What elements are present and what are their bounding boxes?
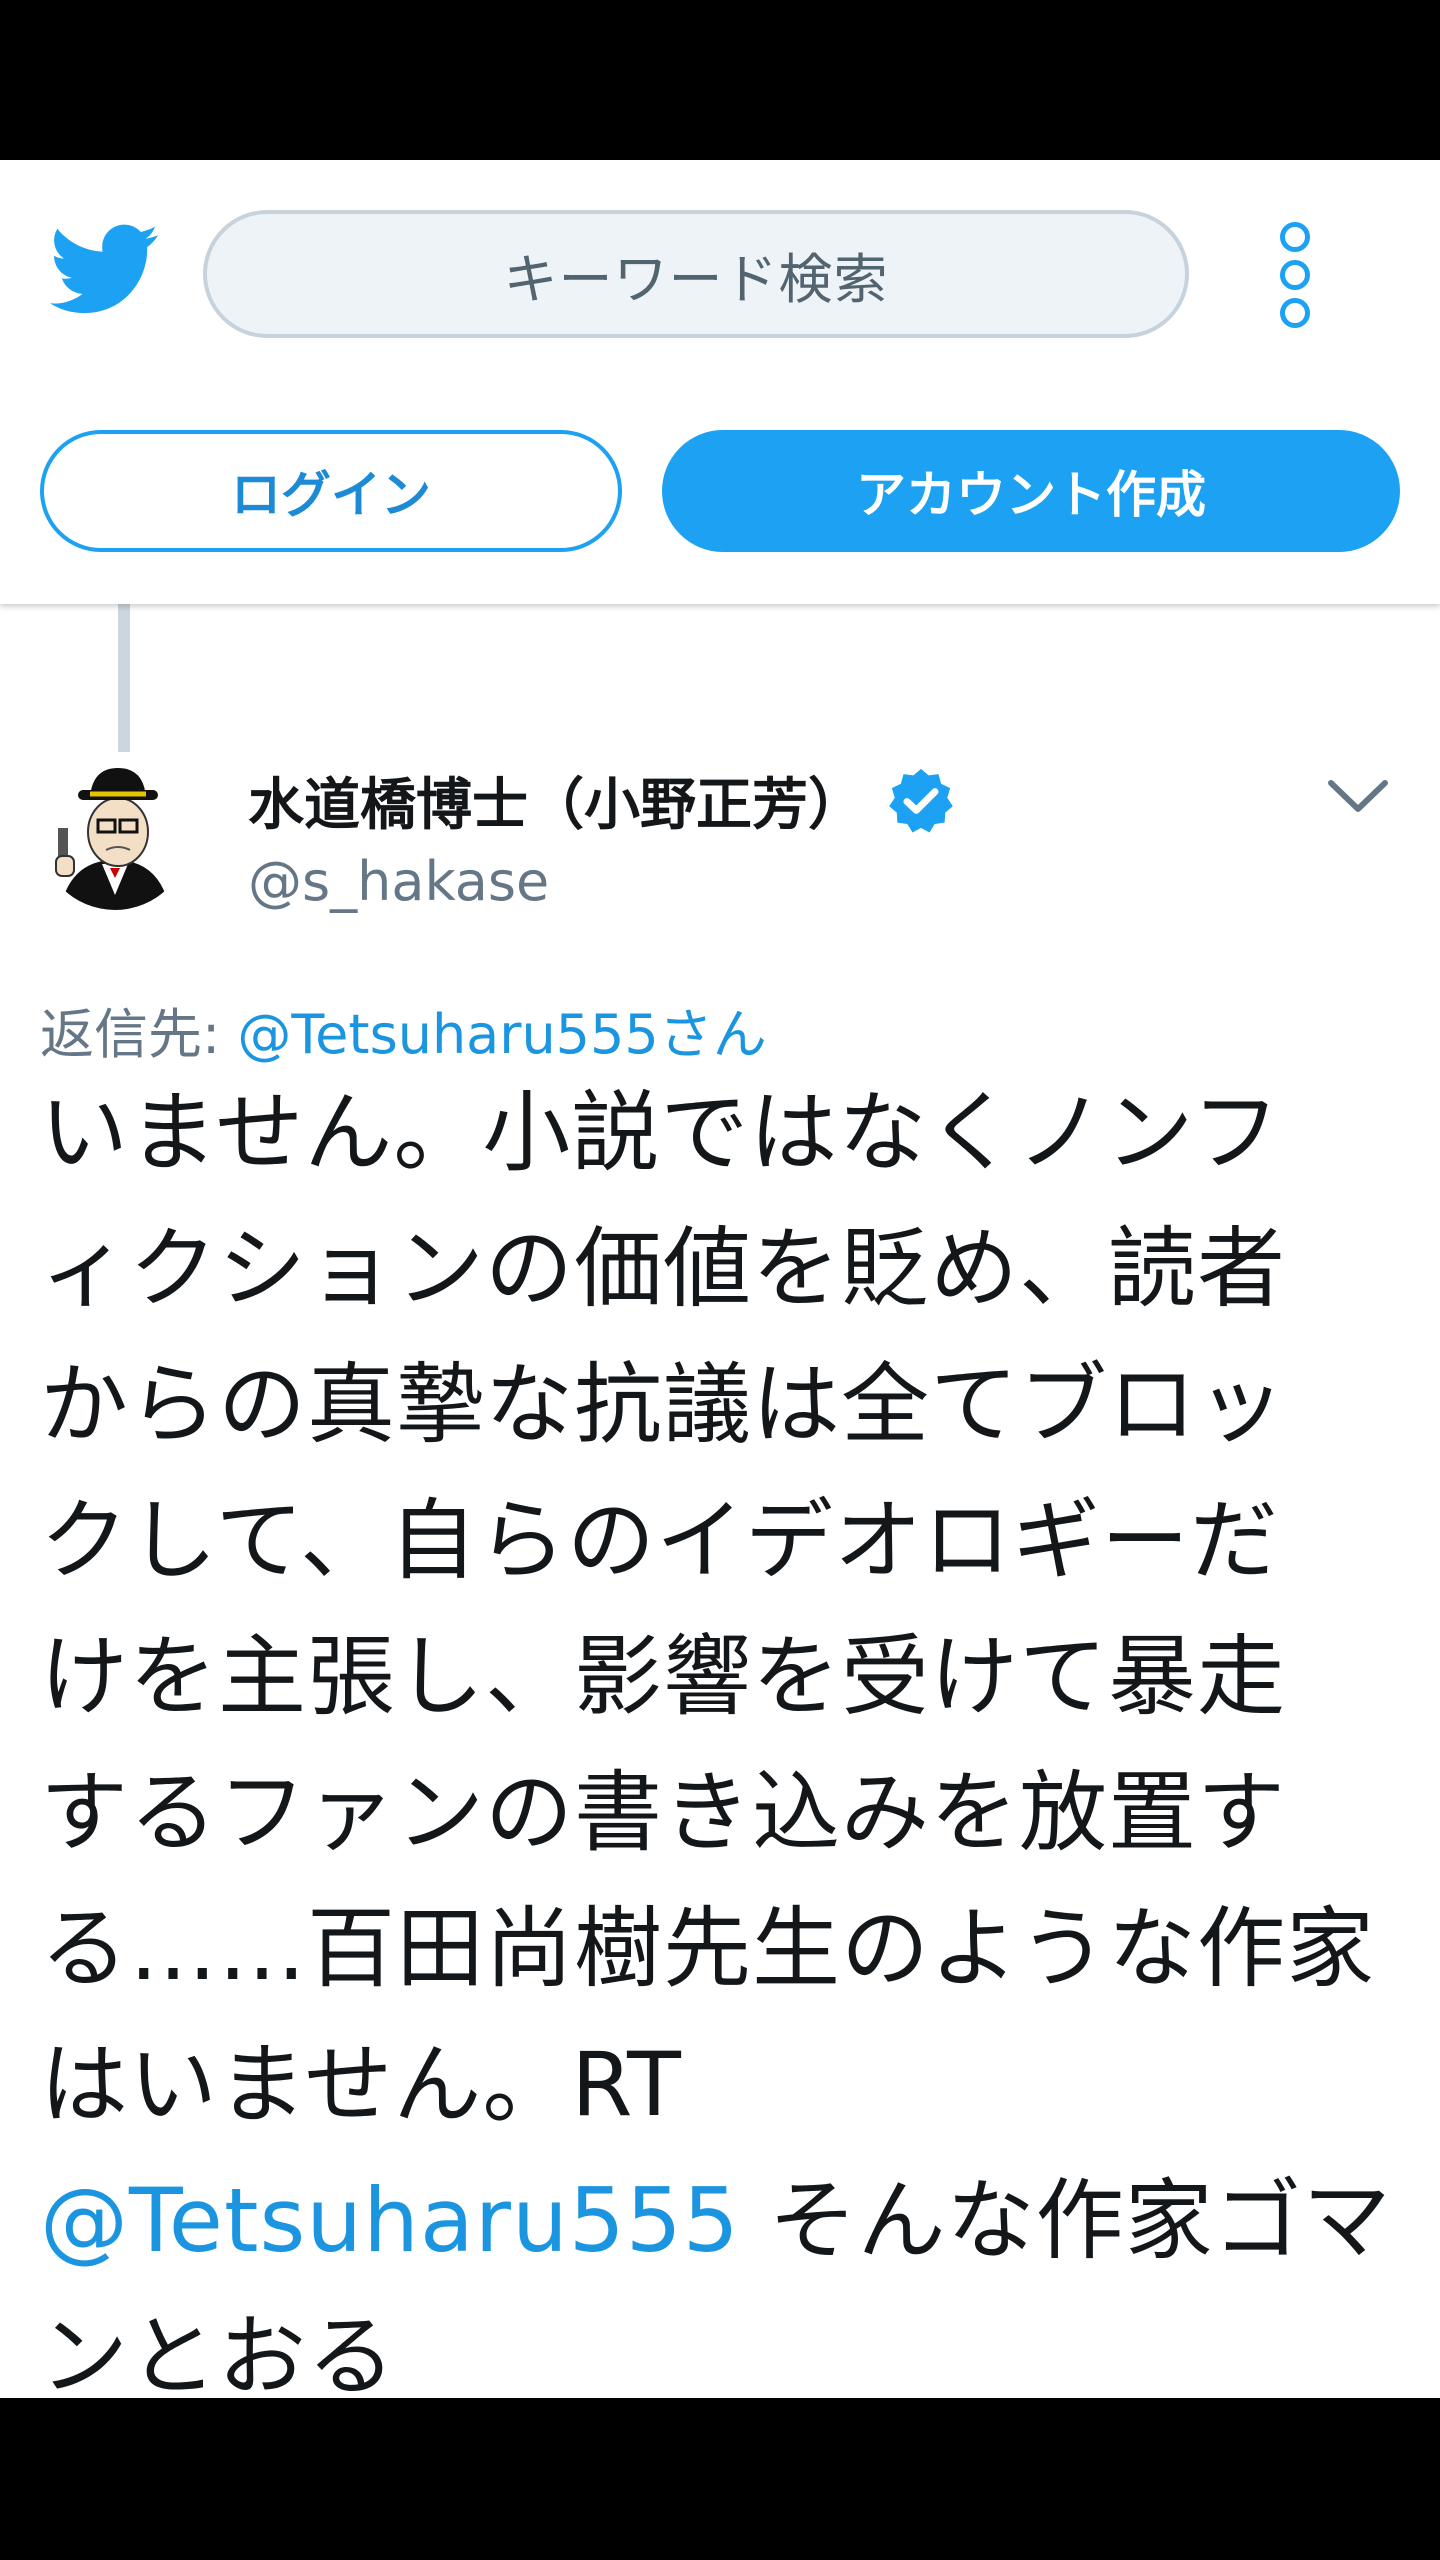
tweet-text-line: けを主張し、影響を受けて暴走 bbox=[40, 1625, 1287, 1728]
reply-to-mention-link[interactable]: @Tetsuharu555さん bbox=[237, 1003, 766, 1066]
tweet-text-line-partial: ンとおる bbox=[40, 2305, 397, 2398]
search-placeholder: キーワード検索 bbox=[503, 247, 889, 311]
avatar[interactable] bbox=[40, 760, 190, 910]
tweet-text-line: はいません。RT bbox=[40, 2033, 682, 2136]
username[interactable]: @s_hakase bbox=[248, 850, 549, 913]
display-name[interactable]: 水道橋博士（小野正芳） bbox=[248, 760, 956, 841]
navigation-bar bbox=[0, 2398, 1440, 2560]
login-button[interactable]: ログイン bbox=[40, 430, 622, 552]
display-name-text: 水道橋博士（小野正芳） bbox=[248, 773, 864, 838]
twitter-bird-icon[interactable] bbox=[50, 222, 160, 318]
quote-text: そんな作家ゴマ bbox=[739, 2169, 1392, 2272]
quote-mention-link[interactable]: @Tetsuharu555 bbox=[40, 2169, 740, 2272]
tweet-text-line: からの真摯な抗議は全てブロッ bbox=[40, 1353, 1287, 1456]
tweet-text: いません。小説ではなくノンフ ィクションの価値を貶め、読者 からの真摯な抗議は全… bbox=[40, 1065, 1420, 2398]
search-input[interactable]: キーワード検索 bbox=[203, 210, 1189, 338]
reply-to-prefix: 返信先: bbox=[40, 1003, 221, 1066]
chevron-down-icon[interactable] bbox=[1325, 775, 1391, 819]
login-label: ログイン bbox=[231, 466, 431, 524]
browser-viewport: キーワード検索 ログイン アカウント作成 水道橋博士（小野正芳） @s_haka… bbox=[0, 160, 1440, 2398]
status-bar bbox=[0, 0, 1440, 160]
signup-label: アカウント作成 bbox=[856, 466, 1206, 524]
reply-to: 返信先: @Tetsuharu555さん bbox=[40, 990, 767, 1069]
tweet-text-line: いません。小説ではなくノンフ bbox=[40, 1081, 1281, 1184]
tweet-text-line-quote: @Tetsuharu555 そんな作家ゴマ bbox=[40, 2153, 1420, 2289]
top-header: キーワード検索 ログイン アカウント作成 bbox=[0, 160, 1440, 604]
signup-button[interactable]: アカウント作成 bbox=[662, 430, 1400, 552]
tweet-text-line: するファンの書き込みを放置す bbox=[40, 1761, 1287, 1864]
verified-badge-icon bbox=[889, 768, 953, 832]
tweet-text-line: る……百田尚樹先生のような作家 bbox=[40, 1897, 1376, 2000]
tweet-text-line: クして、自らのイデオロギーだ bbox=[40, 1489, 1279, 1592]
thread-connector-line bbox=[118, 604, 130, 752]
more-vertical-icon[interactable] bbox=[1275, 222, 1315, 332]
tweet-text-line: ィクションの価値を貶め、読者 bbox=[40, 1217, 1287, 1320]
